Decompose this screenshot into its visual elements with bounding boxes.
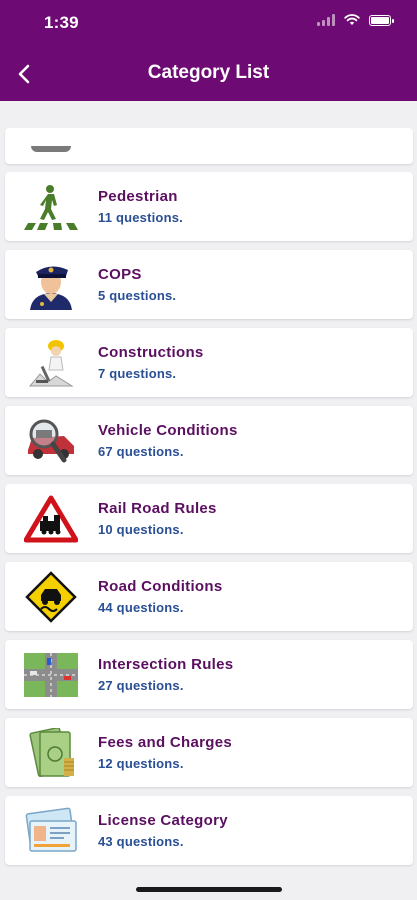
slippery-road-sign-icon [23,569,79,625]
category-count: 67 questions. [98,444,184,459]
category-title: Road Conditions [98,578,223,595]
partial-icon [31,146,71,152]
battery-icon [369,14,394,26]
money-icon [23,725,79,781]
category-count: 5 questions. [98,288,177,303]
category-title: License Category [98,812,228,829]
category-item-license-category[interactable]: License Category 43 questions. [5,796,413,865]
category-item-constructions[interactable]: Constructions 7 questions. [5,328,413,397]
intersection-map-icon [23,647,79,703]
pedestrian-crossing-icon [23,179,79,235]
category-title: Intersection Rules [98,656,234,673]
category-item-vehicle-conditions[interactable]: Vehicle Conditions 67 questions. [5,406,413,475]
category-title: Constructions [98,344,204,361]
car-inspection-icon [23,413,79,469]
category-title: Pedestrian [98,188,178,205]
category-count: 12 questions. [98,756,184,771]
construction-worker-icon [23,335,79,391]
category-title: Vehicle Conditions [98,422,238,439]
category-count: 44 questions. [98,600,184,615]
category-item-pedestrian[interactable]: Pedestrian 11 questions. [5,172,413,241]
category-item-fees-and-charges[interactable]: Fees and Charges 12 questions. [5,718,413,787]
status-icons [317,14,394,26]
category-title: COPS [98,266,142,283]
police-officer-icon [23,257,79,313]
category-count: 11 questions. [98,210,183,225]
category-title: Fees and Charges [98,734,233,751]
status-time: 1:39 [44,13,79,32]
category-item-cops[interactable]: COPS 5 questions. [5,250,413,319]
category-item-intersection-rules[interactable]: Intersection Rules 27 questions. [5,640,413,709]
category-item-rail-road-rules[interactable]: Rail Road Rules 10 questions. [5,484,413,553]
category-count: 10 questions. [98,522,184,537]
list-item-partial[interactable] [5,128,413,164]
category-title: Rail Road Rules [98,500,217,517]
category-count: 43 questions. [98,834,184,849]
app-header: 1:39 Category List [0,0,417,101]
home-indicator[interactable] [136,887,282,892]
category-item-road-conditions[interactable]: Road Conditions 44 questions. [5,562,413,631]
wifi-icon [344,14,360,25]
cellular-signal-icon [317,14,335,26]
license-card-icon [23,803,79,859]
railroad-warning-sign-icon [23,491,79,547]
category-count: 7 questions. [98,366,177,381]
category-count: 27 questions. [98,678,184,693]
page-title: Category List [147,62,270,83]
